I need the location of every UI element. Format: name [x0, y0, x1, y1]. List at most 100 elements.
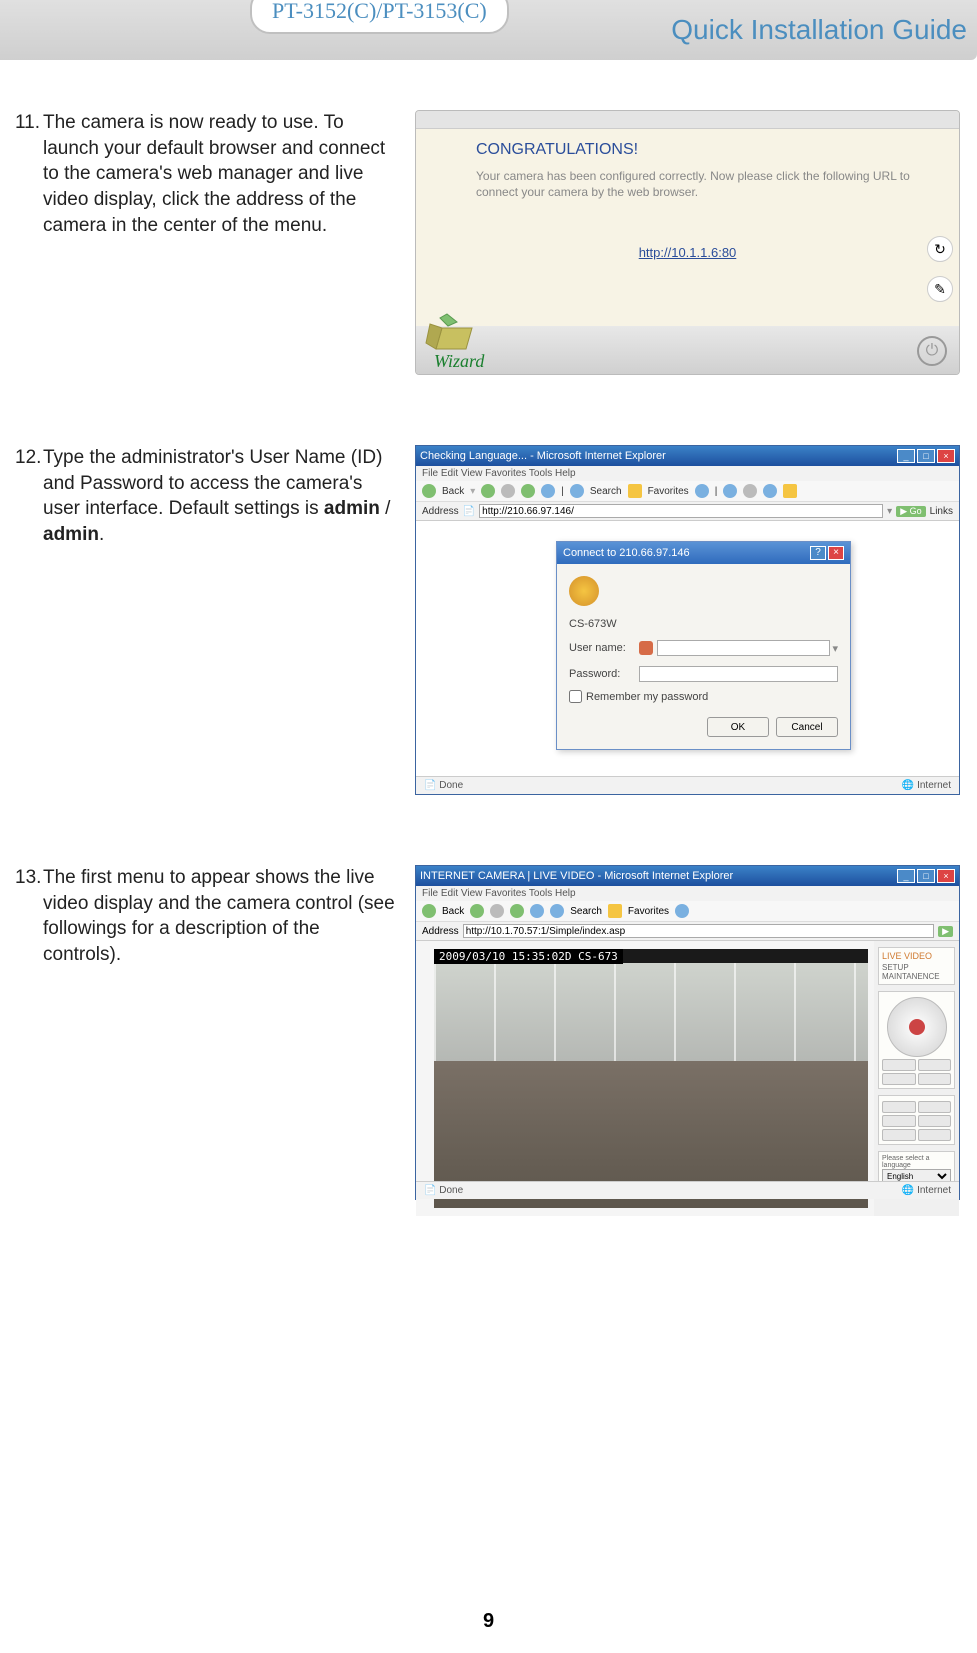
- nav-setup[interactable]: SETUP: [882, 963, 951, 972]
- ptz-btn-4[interactable]: [918, 1073, 952, 1085]
- live-menubar[interactable]: File Edit View Favorites Tools Help: [416, 886, 959, 901]
- wizard-side-icons: ↻ ✎: [927, 236, 953, 302]
- content: 11. The camera is now ready to use. To l…: [0, 60, 977, 1200]
- step-12-admin1: admin: [324, 498, 380, 519]
- live-maximize-icon[interactable]: □: [917, 869, 935, 883]
- minimize-icon[interactable]: _: [897, 449, 915, 463]
- nav-maint[interactable]: MAINTANENCE: [882, 972, 951, 981]
- favorites-icon[interactable]: [628, 484, 642, 498]
- live-favorites-icon[interactable]: [608, 904, 622, 918]
- stop-icon[interactable]: [501, 484, 515, 498]
- ptz-btn-2[interactable]: [918, 1059, 952, 1071]
- live-done-icon: 📄: [424, 1185, 436, 1196]
- live-status-left-text: Done: [439, 1185, 463, 1196]
- camera-side-panel: LIVE VIDEO SETUP MAINTANENCE: [874, 941, 959, 1216]
- discuss-icon[interactable]: [783, 484, 797, 498]
- password-input[interactable]: [639, 666, 838, 682]
- step-11: 11. The camera is now ready to use. To l…: [15, 110, 962, 375]
- ie-menubar[interactable]: File Edit View Favorites Tools Help: [416, 466, 959, 481]
- refresh-icon[interactable]: ↻: [927, 236, 953, 262]
- wizard-congrats: CONGRATULATIONS!: [416, 129, 959, 159]
- ie-body: Connect to 210.66.97.146 ? × CS-673W: [416, 521, 959, 781]
- go-button[interactable]: ▶ Go: [896, 506, 925, 517]
- edit-tb-icon[interactable]: [763, 484, 777, 498]
- live-close-icon[interactable]: ×: [937, 869, 955, 883]
- wizard-url-link[interactable]: http://10.1.1.6:80: [416, 245, 959, 260]
- step-12: 12. Type the administrator's User Name (…: [15, 445, 962, 795]
- live-search-label[interactable]: Search: [570, 906, 602, 917]
- set-btn-1[interactable]: [882, 1101, 916, 1113]
- live-media-icon[interactable]: [675, 904, 689, 918]
- live-body: 2009/03/10 15:35:02D CS-673 LIVE VIDEO S…: [416, 941, 959, 1216]
- edit-icon[interactable]: ✎: [927, 276, 953, 302]
- video-timestamp: 2009/03/10 15:35:02D CS-673: [434, 949, 623, 964]
- dialog-close-icon[interactable]: ×: [828, 546, 844, 560]
- step-12-dot: .: [99, 524, 104, 545]
- ok-button[interactable]: OK: [707, 717, 769, 737]
- step-13-body: The first menu to appear shows the live …: [43, 865, 395, 968]
- key-icon: [569, 576, 599, 606]
- ptz-control[interactable]: [887, 997, 947, 1057]
- favorites-label[interactable]: Favorites: [648, 486, 689, 497]
- remember-checkbox[interactable]: [569, 690, 582, 703]
- search-label[interactable]: Search: [590, 486, 622, 497]
- ie-statusbar: 📄 Done 🌐 Internet: [416, 776, 959, 794]
- username-input[interactable]: [657, 640, 830, 656]
- ie-toolbar: Back ▾ | Search Favorites |: [416, 481, 959, 502]
- ptz-btn-1[interactable]: [882, 1059, 916, 1071]
- cancel-button[interactable]: Cancel: [776, 717, 838, 737]
- home-icon[interactable]: [541, 484, 555, 498]
- password-label: Password:: [569, 668, 639, 680]
- lang-label: Please select a language: [882, 1155, 951, 1169]
- wizard-topbar: [416, 111, 959, 129]
- live-minimize-icon[interactable]: _: [897, 869, 915, 883]
- ptz-btn-3[interactable]: [882, 1073, 916, 1085]
- live-reload-icon[interactable]: [510, 904, 524, 918]
- step-11-number: 11.: [15, 110, 43, 238]
- step-11-text: 11. The camera is now ready to use. To l…: [15, 110, 395, 238]
- reload-icon[interactable]: [521, 484, 535, 498]
- ptz-box: [878, 991, 955, 1089]
- set-btn-5[interactable]: [882, 1129, 916, 1141]
- step-12-number: 12.: [15, 445, 43, 548]
- close-icon[interactable]: ×: [937, 449, 955, 463]
- live-window: INTERNET CAMERA | LIVE VIDEO - Microsoft…: [415, 865, 960, 1200]
- back-icon[interactable]: [422, 484, 436, 498]
- live-back-label[interactable]: Back: [442, 906, 464, 917]
- print-icon[interactable]: [743, 484, 757, 498]
- maximize-icon[interactable]: □: [917, 449, 935, 463]
- live-back-icon[interactable]: [422, 904, 436, 918]
- live-favorites-label[interactable]: Favorites: [628, 906, 669, 917]
- live-forward-icon[interactable]: [470, 904, 484, 918]
- set-btn-2[interactable]: [918, 1101, 952, 1113]
- set-btn-4[interactable]: [918, 1115, 952, 1127]
- search-icon[interactable]: [570, 484, 584, 498]
- status-left: 📄 Done: [424, 780, 463, 791]
- mail-icon[interactable]: [723, 484, 737, 498]
- step-12-image: Checking Language... - Microsoft Interne…: [415, 445, 962, 795]
- back-label[interactable]: Back: [442, 486, 464, 497]
- address-input[interactable]: [479, 504, 883, 518]
- set-btn-6[interactable]: [918, 1129, 952, 1141]
- nav-live[interactable]: LIVE VIDEO: [882, 951, 951, 961]
- live-address-input[interactable]: [463, 924, 934, 938]
- status-left-text: Done: [439, 780, 463, 791]
- live-search-icon[interactable]: [550, 904, 564, 918]
- live-stop-icon[interactable]: [490, 904, 504, 918]
- step-13-image: INTERNET CAMERA | LIVE VIDEO - Microsoft…: [415, 865, 962, 1200]
- live-home-icon[interactable]: [530, 904, 544, 918]
- media-icon[interactable]: [695, 484, 709, 498]
- links-label[interactable]: Links: [930, 506, 953, 517]
- step-12-slash: /: [380, 498, 391, 519]
- ie-window: Checking Language... - Microsoft Interne…: [415, 445, 960, 795]
- step-11-body: The camera is now ready to use. To launc…: [43, 110, 395, 238]
- set-btn-3[interactable]: [882, 1115, 916, 1127]
- settings-box: [878, 1095, 955, 1145]
- forward-icon[interactable]: [481, 484, 495, 498]
- power-icon[interactable]: ⏻: [917, 336, 947, 366]
- video-scene: [434, 963, 868, 1208]
- live-go-button[interactable]: ▶: [938, 926, 953, 937]
- auth-dialog: Connect to 210.66.97.146 ? × CS-673W: [556, 541, 851, 750]
- auth-server: CS-673W: [569, 606, 838, 630]
- help-icon[interactable]: ?: [810, 546, 826, 560]
